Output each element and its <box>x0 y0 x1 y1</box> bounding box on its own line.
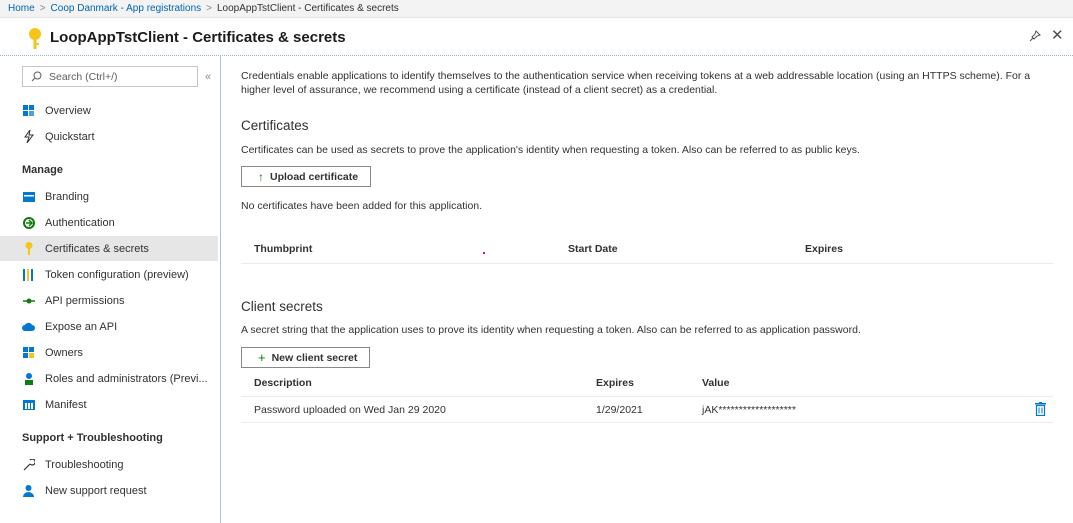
roles-icon <box>22 372 35 385</box>
section-support: Support + Troubleshooting <box>22 432 163 444</box>
wrench-icon <box>22 458 35 471</box>
close-icon[interactable]: ✕ <box>1051 28 1064 43</box>
new-client-secret-label: New client secret <box>271 351 358 364</box>
collapse-icon[interactable]: « <box>205 71 211 83</box>
sidebar-item-roles-administrators[interactable]: Roles and administrators (Previ... <box>0 366 218 391</box>
column-header-thumbprint: Thumbprint <box>254 243 313 255</box>
no-certificates-message: No certificates have been added for this… <box>241 200 483 212</box>
sidebar-item-troubleshooting[interactable]: Troubleshooting <box>0 452 218 477</box>
breadcrumb-current: LoopAppTstClient - Certificates & secret… <box>217 3 399 14</box>
cloud-icon <box>22 320 35 333</box>
token-icon <box>22 268 35 281</box>
sidebar-item-quickstart[interactable]: Quickstart <box>0 124 218 149</box>
sidebar-item-label: New support request <box>45 484 147 497</box>
key-icon <box>29 28 41 49</box>
certificates-table-divider <box>241 263 1053 264</box>
search-input[interactable]: Search (Ctrl+/) <box>22 66 198 87</box>
sidebar-item-label: Overview <box>45 104 91 117</box>
sidebar-item-label: API permissions <box>45 294 125 307</box>
sidebar-item-overview[interactable]: Overview <box>0 98 218 123</box>
trash-icon[interactable] <box>1035 402 1046 416</box>
sidebar: Search (Ctrl+/) « Overview Quickstart Ma… <box>0 56 220 523</box>
key-icon <box>22 242 35 255</box>
upload-certificate-label: Upload certificate <box>270 170 359 183</box>
blade-header: LoopAppTstClient - Certificates & secret… <box>0 20 1073 54</box>
manifest-icon <box>22 398 35 411</box>
sidebar-item-owners[interactable]: Owners <box>0 340 218 365</box>
secret-expires-cell: 1/29/2021 <box>596 404 643 416</box>
chevron-right-icon: > <box>206 3 212 14</box>
chevron-right-icon: > <box>39 3 46 14</box>
new-client-secret-button[interactable]: + New client secret <box>241 347 371 368</box>
breadcrumb-home[interactable]: Home <box>8 3 35 14</box>
api-permissions-icon <box>22 294 35 307</box>
column-header-start-date: Start Date <box>568 243 618 255</box>
support-person-icon <box>22 484 35 497</box>
branding-icon <box>22 190 35 203</box>
column-header-description: Description <box>254 377 312 389</box>
sidebar-item-api-permissions[interactable]: API permissions <box>0 288 218 313</box>
sidebar-item-label: Authentication <box>45 216 115 229</box>
sidebar-item-label: Expose an API <box>45 320 118 333</box>
certificates-description: Certificates can be used as secrets to p… <box>241 144 860 156</box>
upload-certificate-button[interactable]: ↑ Upload certificate <box>241 166 372 187</box>
secrets-header-divider <box>241 396 1053 397</box>
secret-description-cell: Password uploaded on Wed Jan 29 2020 <box>254 404 446 416</box>
plus-icon: + <box>258 350 266 365</box>
sidebar-item-label: Token configuration (preview) <box>45 268 189 281</box>
sidebar-item-manifest[interactable]: Manifest <box>0 392 218 417</box>
breadcrumb: Home > Coop Danmark - App registrations … <box>0 0 1073 18</box>
sidebar-item-label: Roles and administrators (Previ... <box>45 372 208 385</box>
owners-icon <box>22 346 35 359</box>
page-title: LoopAppTstClient - Certificates & secret… <box>50 29 346 46</box>
sidebar-item-authentication[interactable]: Authentication <box>0 210 218 235</box>
sidebar-item-branding[interactable]: Branding <box>0 184 218 209</box>
quickstart-icon <box>22 130 35 143</box>
column-header-secret-expires: Expires <box>596 377 634 389</box>
authentication-icon <box>22 216 35 229</box>
sidebar-item-new-support-request[interactable]: New support request <box>0 478 218 503</box>
client-secrets-heading: Client secrets <box>241 299 323 314</box>
sidebar-item-label: Certificates & secrets <box>45 242 149 255</box>
search-icon <box>31 71 42 82</box>
upload-arrow-icon: ↑ <box>258 169 264 184</box>
column-header-value: Value <box>702 377 730 389</box>
sidebar-item-label: Branding <box>45 190 90 203</box>
sidebar-item-label: Troubleshooting <box>45 458 124 471</box>
breadcrumb-app-registrations[interactable]: Coop Danmark - App registrations <box>51 3 202 14</box>
section-manage: Manage <box>22 164 63 176</box>
overview-icon <box>22 104 35 117</box>
sidebar-item-token-configuration[interactable]: Token configuration (preview) <box>0 262 218 287</box>
sidebar-item-label: Manifest <box>45 398 87 411</box>
column-header-expires: Expires <box>805 243 843 255</box>
sidebar-item-certificates-secrets[interactable]: Certificates & secrets <box>0 236 218 261</box>
client-secrets-description: A secret string that the application use… <box>241 324 861 336</box>
secret-value-cell: jAK******************* <box>702 404 796 416</box>
search-placeholder: Search (Ctrl+/) <box>49 70 118 83</box>
sidebar-item-expose-api[interactable]: Expose an API <box>0 314 218 339</box>
sidebar-item-label: Quickstart <box>45 130 95 143</box>
red-dot-mark <box>483 252 485 254</box>
intro-text: Credentials enable applications to ident… <box>241 70 1031 96</box>
sidebar-item-label: Owners <box>45 346 83 359</box>
certificates-heading: Certificates <box>241 118 309 133</box>
pin-icon[interactable] <box>1029 30 1041 42</box>
secrets-row-divider <box>241 422 1053 423</box>
main-content: Credentials enable applications to ident… <box>221 56 1073 523</box>
